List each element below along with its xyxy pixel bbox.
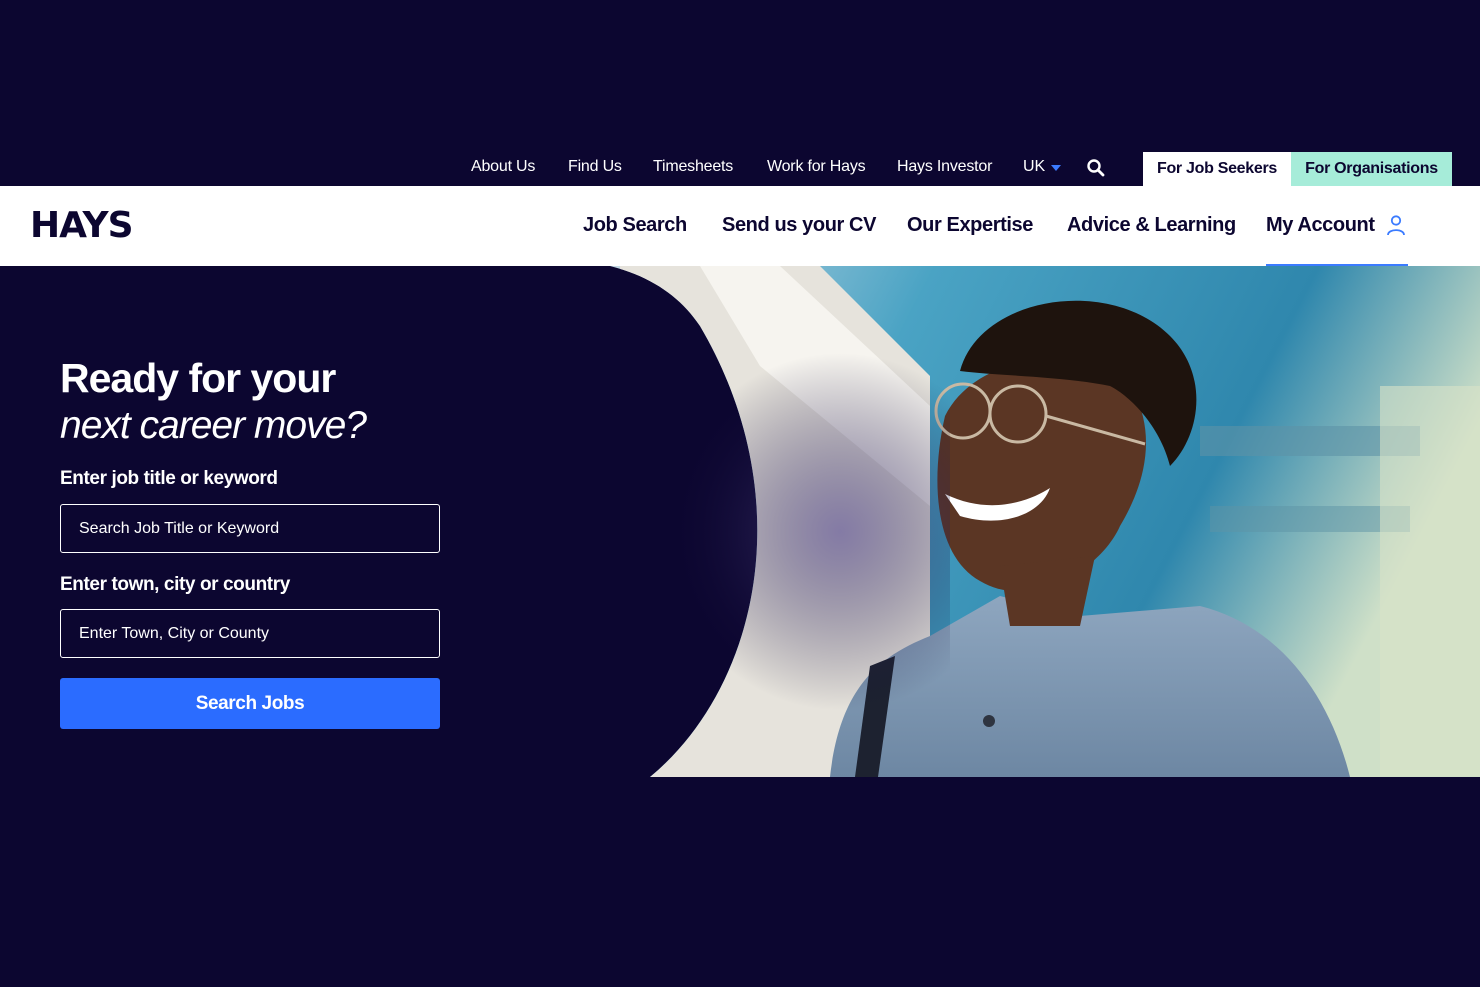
util-link-hays-investor[interactable]: Hays Investor — [897, 158, 992, 176]
search-icon[interactable] — [1086, 158, 1106, 178]
nav-advice-learning[interactable]: Advice & Learning — [1067, 214, 1236, 237]
headline-line-2: next career move? — [60, 404, 367, 447]
chevron-down-icon — [1051, 164, 1062, 171]
my-account-label: My Account — [1266, 214, 1375, 236]
hays-logo[interactable]: HAYS — [30, 208, 134, 244]
headline-line-1: Ready for your — [60, 355, 336, 401]
location-input[interactable] — [60, 609, 440, 658]
nav-our-expertise[interactable]: Our Expertise — [907, 214, 1033, 237]
nav-send-cv[interactable]: Send us your CV — [722, 214, 876, 237]
region-label: UK — [1023, 158, 1046, 175]
search-jobs-button[interactable]: Search Jobs — [60, 678, 440, 729]
user-icon — [1386, 215, 1405, 236]
location-label: Enter town, city or country — [60, 574, 290, 595]
nav-my-account[interactable]: My Account — [1266, 214, 1408, 266]
hero-section: Ready for your next career move? Enter j… — [0, 266, 1480, 777]
hero-headline: Ready for your next career move? — [60, 354, 440, 450]
keyword-label: Enter job title or keyword — [60, 468, 278, 489]
util-link-work-for-hays[interactable]: Work for Hays — [767, 158, 866, 176]
util-link-about-us[interactable]: About Us — [471, 158, 535, 176]
tab-for-job-seekers[interactable]: For Job Seekers — [1143, 152, 1291, 186]
nav-job-search[interactable]: Job Search — [583, 214, 687, 237]
main-nav: HAYS Job Search Send us your CV Our Expe… — [0, 186, 1480, 266]
keyword-input[interactable] — [60, 504, 440, 553]
tab-for-organisations[interactable]: For Organisations — [1291, 152, 1452, 186]
util-link-find-us[interactable]: Find Us — [568, 158, 622, 176]
utility-bar: About Us Find Us Timesheets Work for Hay… — [0, 152, 1480, 186]
util-link-timesheets[interactable]: Timesheets — [653, 158, 733, 176]
region-selector[interactable]: UK — [1023, 158, 1062, 176]
